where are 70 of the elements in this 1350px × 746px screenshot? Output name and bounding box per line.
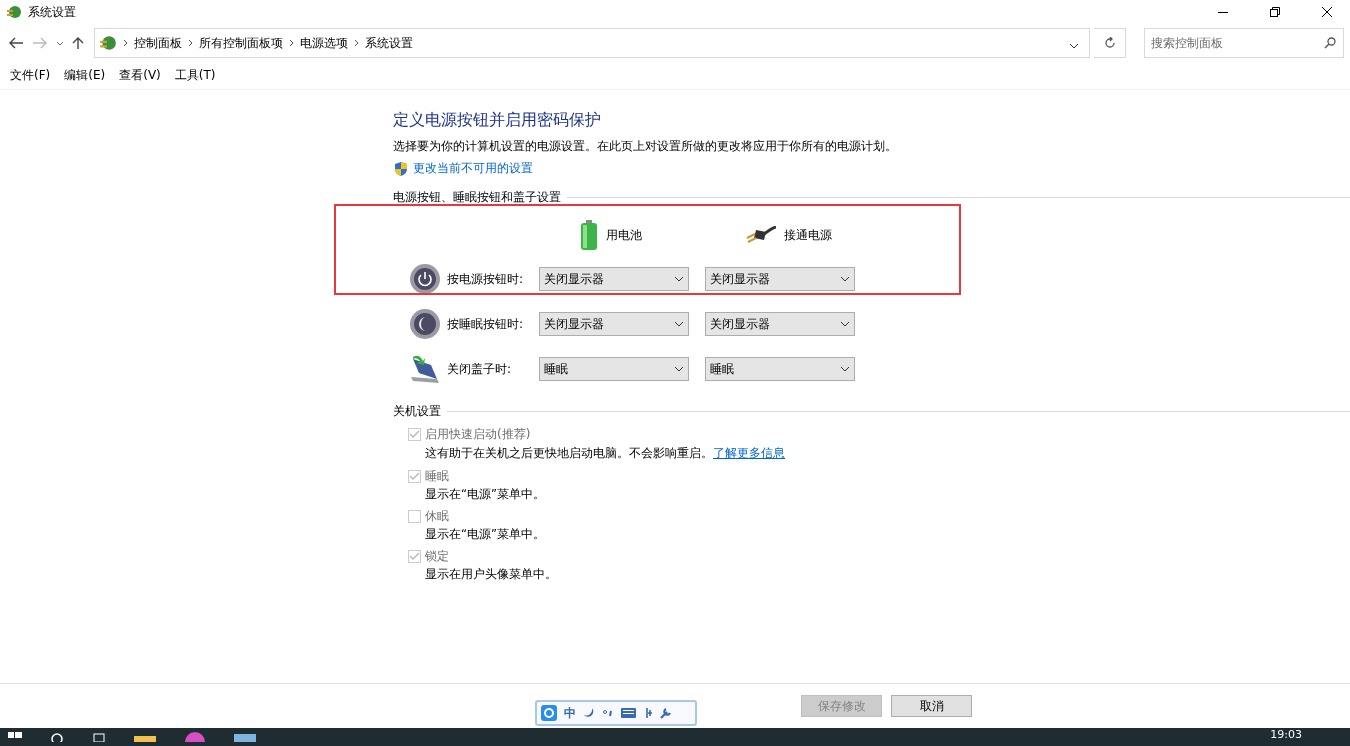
admin-settings-link[interactable]: 更改当前不可用的设置	[413, 160, 533, 177]
option-label: 睡眠	[425, 468, 449, 485]
option-label: 启用快速启动(推荐)	[425, 426, 531, 443]
option-description: 显示在“电源”菜单中。	[425, 487, 546, 502]
caret-icon	[674, 321, 684, 327]
caret-icon	[674, 276, 684, 282]
setting-label: 按睡眠按钮时:	[447, 315, 525, 333]
menu-item[interactable]: 工具(T)	[174, 67, 216, 84]
setting-label: 关闭盖子时:	[447, 360, 513, 378]
back-arrow-icon	[8, 37, 24, 49]
restore-icon	[1270, 7, 1280, 17]
refresh-button[interactable]	[1094, 28, 1126, 58]
action-dropdown[interactable]: 关闭显示器	[539, 312, 689, 336]
caret-icon	[840, 366, 850, 372]
option-description: 这有助于在关机之后更快地启动电脑。不会影响重启。了解更多信息	[425, 445, 786, 462]
wrench-icon[interactable]	[660, 707, 672, 719]
input-mode-toggle[interactable]: 中	[564, 704, 576, 722]
window-title: 系统设置	[28, 3, 77, 21]
chevron-icon	[123, 39, 128, 47]
action-dropdown[interactable]: 睡眠	[539, 357, 689, 381]
minimize-icon	[1218, 11, 1228, 13]
chevron-icon	[289, 39, 294, 47]
description-text: 选择要为你的计算机设置的电源设置。在此页上对设置所做的更改将应用于你所有的电源计划。	[393, 139, 898, 154]
breadcrumb[interactable]: 系统设置	[365, 34, 413, 52]
menu-item[interactable]: 文件(F)	[10, 67, 51, 84]
action-dropdown[interactable]: 睡眠	[705, 357, 855, 381]
chevron-icon	[188, 39, 193, 47]
power-button-icon	[409, 263, 441, 295]
chevron-icon	[354, 39, 359, 47]
ime-logo-icon[interactable]	[541, 705, 557, 721]
option-label: 休眠	[425, 508, 449, 525]
address-bar[interactable]: 控制面板 所有控制面板项 电源选项 系统设置	[94, 28, 1090, 58]
close-icon	[1322, 7, 1332, 17]
column-label: 接通电源	[784, 226, 832, 244]
menu-item[interactable]: 编辑(E)	[64, 67, 106, 84]
moon-icon	[409, 308, 441, 340]
caret-icon	[56, 40, 64, 46]
option-description: 显示在用户头像菜单中。	[425, 567, 558, 582]
section-title: 电源按钮、睡眠按钮和盖子设置	[393, 189, 561, 206]
footer-button[interactable]: 取消	[891, 695, 972, 717]
search-field[interactable]: 搜索控制面板	[1144, 28, 1344, 58]
option-description: 显示在“电源”菜单中。	[425, 527, 546, 542]
caret-icon	[840, 321, 850, 327]
column-label: 用电池	[606, 226, 642, 244]
keyboard-icon[interactable]	[621, 708, 636, 718]
section-title: 关机设置	[393, 403, 441, 420]
laptop-icon	[409, 353, 441, 385]
breadcrumb[interactable]: 电源选项	[300, 34, 348, 52]
breadcrumb[interactable]: 控制面板	[134, 34, 182, 52]
setting-label: 按电源按钮时:	[447, 270, 525, 288]
action-dropdown[interactable]: 关闭显示器	[539, 267, 689, 291]
refresh-icon	[1103, 37, 1116, 49]
menu-item[interactable]: 查看(V)	[119, 67, 161, 84]
up-arrow-icon	[72, 36, 84, 50]
action-dropdown[interactable]: 关闭显示器	[705, 312, 855, 336]
breadcrumb[interactable]: 所有控制面板项	[199, 34, 283, 52]
punctuation-icon[interactable]	[602, 707, 614, 719]
page-heading: 定义电源按钮并启用密码保护	[393, 110, 602, 131]
option-label: 锁定	[425, 548, 449, 565]
plug-icon	[746, 226, 776, 244]
forward-arrow-icon	[32, 37, 48, 49]
moon-icon[interactable]	[583, 707, 595, 719]
action-dropdown[interactable]: 关闭显示器	[705, 267, 855, 291]
dropdown-icon	[1069, 42, 1079, 49]
caret-icon	[840, 276, 850, 282]
caret-icon	[674, 366, 684, 372]
clock: 19:03	[1270, 728, 1302, 742]
battery-icon	[580, 220, 598, 250]
text-cursor-icon[interactable]	[643, 707, 653, 719]
shield-icon	[393, 160, 409, 177]
